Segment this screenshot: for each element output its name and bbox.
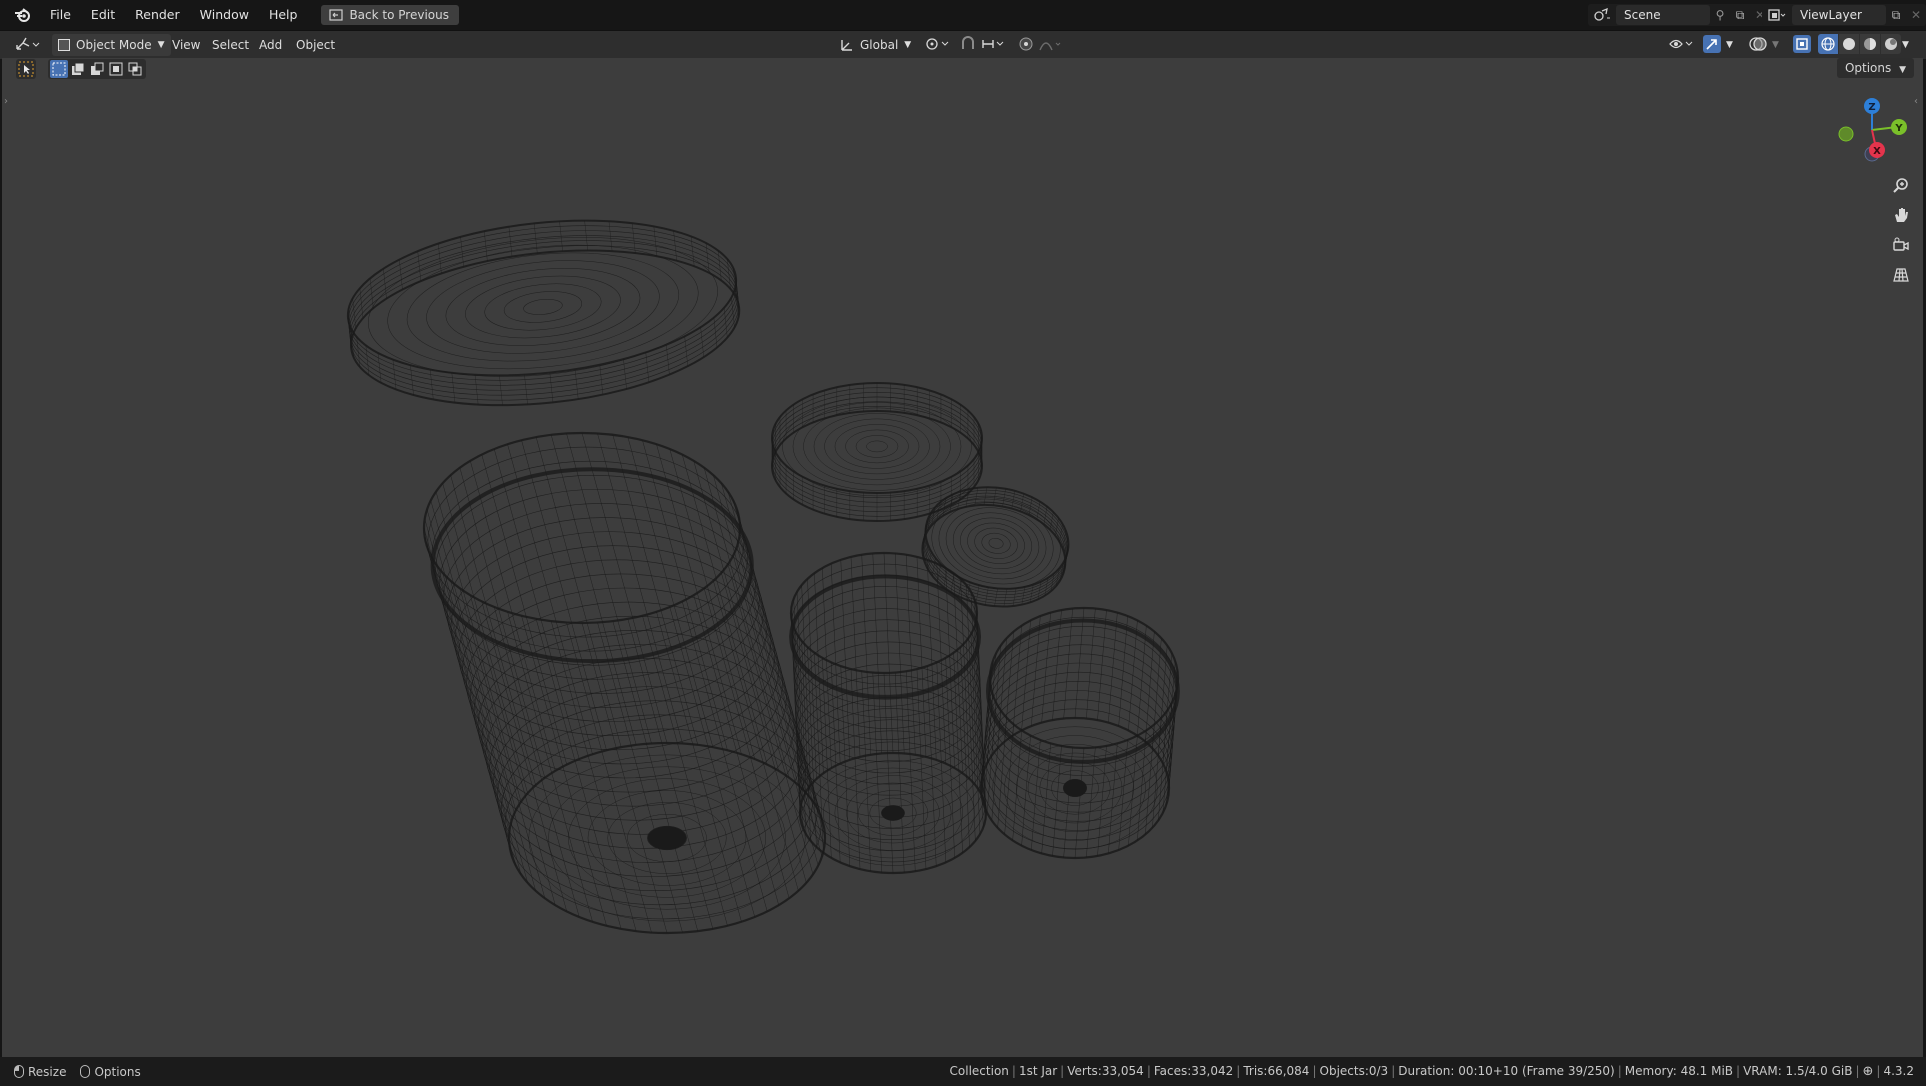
medium-jar[interactable] (789, 551, 988, 875)
wireframe-scene (340, 203, 1180, 935)
menu-file[interactable]: File (40, 0, 81, 30)
menu-edit[interactable]: Edit (81, 0, 125, 30)
medium-jar-lid[interactable] (771, 382, 983, 522)
material-shading-icon[interactable] (1860, 34, 1880, 54)
transform-orientation-dropdown[interactable]: Global ▼ (840, 34, 911, 56)
snap-target-icon[interactable] (980, 34, 1008, 56)
orientation-label: Global (860, 38, 899, 52)
chevron-down-icon: ▼ (157, 40, 165, 50)
status-hint-resize: Resize (28, 1064, 67, 1079)
back-icon (329, 9, 344, 21)
mode-dropdown[interactable]: Object Mode ▼ (52, 34, 171, 56)
stat-object: 1st Jar (1018, 1064, 1058, 1078)
rendered-shading-icon[interactable] (1881, 34, 1901, 54)
left-toolbar-expand-icon[interactable]: › (4, 96, 8, 107)
stat-duration: Duration: 00:10+10 (Frame 39/250) (1398, 1064, 1615, 1078)
mouse-left-icon (14, 1065, 24, 1078)
select-invert-icon[interactable] (107, 60, 125, 78)
perspective-grid-icon[interactable] (1888, 262, 1914, 288)
selection-mode-group (48, 59, 146, 79)
menu-select[interactable]: Select (212, 34, 249, 56)
back-to-previous-label: Back to Previous (349, 8, 449, 22)
pan-hand-icon[interactable] (1888, 202, 1914, 228)
navigation-gizmo[interactable]: Z Y X (1824, 92, 1914, 172)
gizmo-x-label: X (1873, 146, 1881, 157)
stat-collection: Collection (949, 1064, 1009, 1078)
stat-version: 4.3.2 (1883, 1064, 1914, 1078)
menu-window[interactable]: Window (190, 0, 259, 30)
blender-logo-icon[interactable] (12, 4, 34, 26)
menu-help[interactable]: Help (259, 0, 308, 30)
options-label: Options (1844, 61, 1892, 75)
select-tool-icon[interactable] (16, 59, 36, 79)
menu-view[interactable]: View (172, 34, 200, 56)
proportional-editing-icon[interactable] (1016, 34, 1036, 56)
viewport-header: Object Mode ▼ View Select Add Object Glo… (0, 30, 1926, 59)
select-new-icon[interactable] (50, 60, 68, 78)
mouse-right-icon (80, 1065, 91, 1078)
camera-view-icon[interactable] (1888, 232, 1914, 258)
network-globe-icon[interactable]: ⊕ (1863, 1064, 1874, 1079)
chevron-down-icon[interactable]: ▼ (1726, 34, 1733, 56)
scene-name-field[interactable]: Scene (1616, 5, 1710, 25)
delete-view-layer-icon[interactable]: ✕ (1906, 8, 1926, 22)
stat-faces: Faces:33,042 (1153, 1064, 1234, 1078)
menu-object[interactable]: Object (296, 34, 335, 56)
object-mode-icon (58, 39, 70, 51)
back-to-previous-button[interactable]: Back to Previous (321, 5, 459, 25)
3d-viewport[interactable] (2, 58, 1923, 1057)
editor-type-icon[interactable] (14, 34, 44, 56)
tool-settings-row (16, 58, 146, 80)
chevron-down-icon: ▼ (1899, 65, 1906, 75)
chevron-down-icon[interactable]: ▼ (1902, 34, 1909, 56)
new-view-layer-icon[interactable]: ⧉ (1886, 8, 1906, 23)
small-jar[interactable] (979, 606, 1180, 860)
xray-toggle-icon[interactable] (1792, 34, 1812, 56)
select-intersect-icon[interactable] (126, 60, 144, 78)
menu-render[interactable]: Render (125, 0, 190, 30)
top-menu-bar: File Edit Render Window Help Back to Pre… (0, 0, 1926, 30)
overlays-toggle-icon[interactable] (1748, 34, 1768, 56)
wireframe-shading-icon[interactable] (1818, 34, 1838, 54)
gizmo-y-label: Y (1894, 123, 1903, 134)
visibility-dropdown-icon[interactable] (1668, 34, 1696, 56)
chevron-down-icon: ▼ (904, 40, 912, 50)
stat-tris: Tris:66,084 (1243, 1064, 1310, 1078)
pin-icon[interactable]: ⚲ (1710, 8, 1730, 22)
solid-shading-icon[interactable] (1839, 34, 1859, 54)
small-jar-lid[interactable] (914, 476, 1076, 617)
large-jar-lid[interactable] (340, 203, 747, 423)
stat-vram: VRAM: 1.5/4.0 GiB (1743, 1064, 1853, 1078)
mode-label: Object Mode (76, 38, 152, 52)
view-layer-name-field[interactable]: ViewLayer (1792, 5, 1886, 25)
scene-icon (1588, 8, 1616, 22)
snap-toggle-icon[interactable] (958, 34, 978, 56)
chevron-down-icon[interactable]: ▼ (1772, 34, 1779, 56)
stat-verts: Verts:33,054 (1067, 1064, 1144, 1078)
status-bar: Resize Options Collection | 1st Jar | Verts:… (0, 1057, 1926, 1086)
select-subtract-icon[interactable] (88, 60, 106, 78)
menu-add[interactable]: Add (259, 34, 282, 56)
gizmo-toggle-icon[interactable] (1702, 34, 1722, 56)
view-layer-icon (1762, 8, 1792, 22)
scene-statistics: Collection | 1st Jar | Verts:33,054 | Faces:33… (949, 1064, 1914, 1079)
stat-objects: Objects:0/3 (1319, 1064, 1389, 1078)
right-sidebar-expand-icon[interactable]: ‹ (1914, 96, 1918, 107)
large-jar[interactable] (422, 431, 827, 935)
pivot-point-icon[interactable] (924, 34, 952, 56)
new-scene-icon[interactable]: ⧉ (1730, 8, 1750, 23)
viewport-options-dropdown[interactable]: Options ▼ (1836, 58, 1914, 78)
select-extend-icon[interactable] (69, 60, 87, 78)
falloff-icon[interactable] (1038, 34, 1064, 56)
shading-mode-group (1818, 34, 1901, 56)
view-layer-selector[interactable]: ViewLayer ⧉ ✕ (1762, 4, 1926, 26)
status-hint-options: Options (94, 1064, 141, 1079)
stat-memory: Memory: 48.1 MiB (1624, 1064, 1734, 1078)
scene-selector[interactable]: Scene ⚲ ⧉ ✕ (1588, 4, 1770, 26)
gizmo-z-label: Z (1868, 102, 1875, 113)
orientation-icon (841, 40, 852, 51)
zoom-icon[interactable] (1888, 172, 1914, 198)
